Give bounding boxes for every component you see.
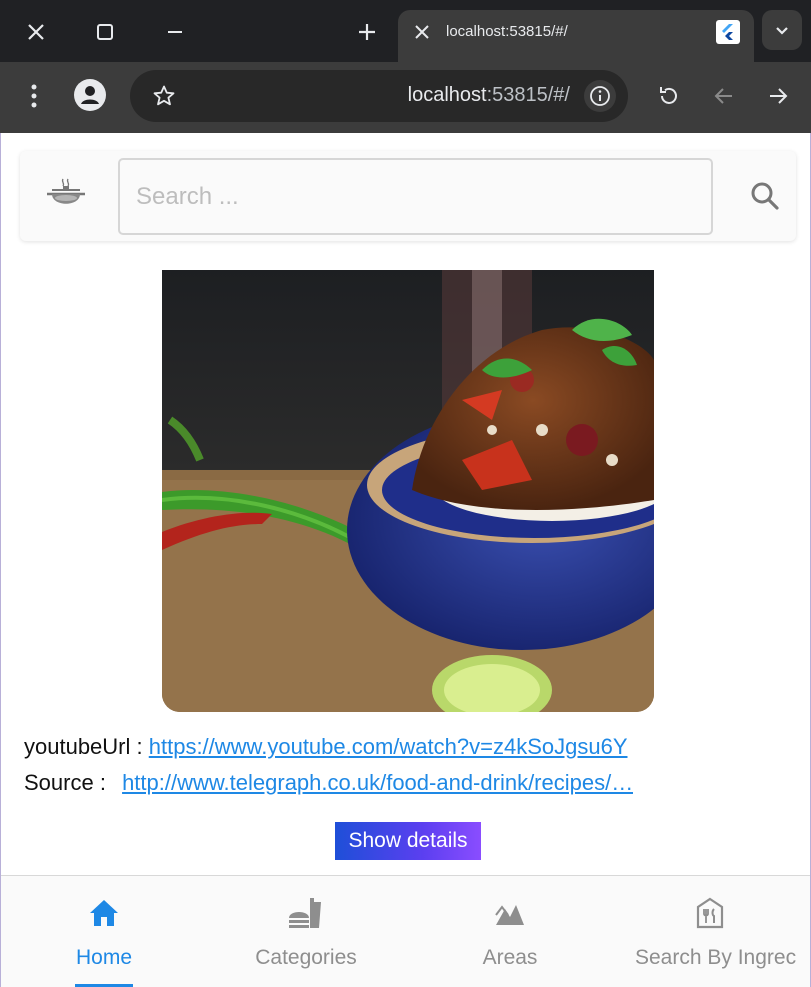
nav-item-search-by-ingredient[interactable]: Search By Ingrec (635, 876, 810, 987)
bottom-navigation: Home Categories Areas Search By Ingrec (1, 875, 810, 987)
nav-label-categories: Categories (255, 946, 357, 969)
browser-menu-button[interactable] (20, 82, 48, 110)
show-details-button[interactable]: Show details (335, 822, 481, 860)
back-button[interactable] (710, 82, 738, 110)
tab-search-button[interactable] (762, 10, 802, 50)
landscape-icon (495, 905, 524, 925)
arrow-left-icon (714, 88, 732, 104)
forward-button[interactable] (764, 82, 792, 110)
minimize-icon (168, 31, 182, 33)
source-row: Source : http://www.telegraph.co.uk/food… (24, 770, 633, 796)
window-maximize-button[interactable] (87, 14, 123, 50)
flutter-logo-icon (716, 20, 740, 44)
home-icon (90, 900, 118, 926)
reload-icon (660, 87, 677, 104)
url-host: localhost (407, 84, 487, 106)
meal-image (162, 270, 654, 712)
youtube-row: youtubeUrl : https://www.youtube.com/wat… (24, 734, 628, 760)
tab-title: localhost:53815/#/ (446, 23, 568, 40)
source-link[interactable]: http://www.telegraph.co.uk/food-and-drin… (122, 770, 633, 796)
app-header (20, 151, 796, 241)
nav-item-categories[interactable]: Categories (254, 876, 358, 987)
youtube-link[interactable]: https://www.youtube.com/watch?v=z4kSoJgs… (149, 734, 628, 759)
cooking-pot-logo-icon (46, 177, 86, 216)
close-icon (415, 25, 429, 39)
search-button[interactable] (748, 179, 782, 213)
source-label: Source : (24, 770, 106, 795)
profile-icon (74, 79, 106, 111)
search-icon (751, 182, 779, 210)
tab-strip: localhost:53815/#/ (0, 0, 811, 62)
bookmark-star-icon[interactable] (152, 84, 176, 113)
nav-label-search-by-ingredient: Search By Ingrec (635, 946, 797, 969)
reload-button[interactable] (655, 82, 683, 110)
profile-button[interactable] (74, 79, 106, 111)
window-close-button[interactable] (18, 14, 54, 50)
maximize-icon (97, 24, 113, 40)
search-input[interactable] (136, 180, 696, 214)
fastfood-icon (289, 898, 321, 928)
url-text: localhost:53815/#/ (408, 84, 570, 107)
new-tab-button[interactable] (349, 14, 385, 50)
url-path: :53815/#/ (486, 84, 570, 106)
nav-item-home[interactable]: Home (74, 876, 134, 987)
youtube-label: youtubeUrl : (24, 734, 143, 759)
nav-label-home: Home (75, 946, 133, 969)
address-bar[interactable]: localhost:53815/#/ (130, 70, 628, 122)
app-viewport: youtubeUrl : https://www.youtube.com/wat… (0, 133, 811, 987)
chevron-down-icon (776, 27, 788, 35)
browser-tab[interactable]: localhost:53815/#/ (398, 10, 754, 62)
browser-toolbar: localhost:53815/#/ (0, 62, 811, 133)
search-field[interactable] (118, 158, 713, 235)
site-info-button[interactable] (584, 80, 616, 112)
browser-window: localhost:53815/#/ localhost:53815/#/ Se… (0, 0, 811, 987)
tab-close-button[interactable] (410, 20, 434, 44)
restaurant-icon (696, 897, 724, 929)
nav-label-areas: Areas (482, 946, 538, 969)
nav-item-areas[interactable]: Areas (479, 876, 541, 987)
plus-icon (359, 24, 375, 40)
window-minimize-button[interactable] (157, 14, 193, 50)
kebab-menu-icon (31, 84, 37, 108)
close-icon (28, 24, 44, 40)
arrow-right-icon (770, 88, 788, 104)
info-icon (590, 86, 610, 106)
